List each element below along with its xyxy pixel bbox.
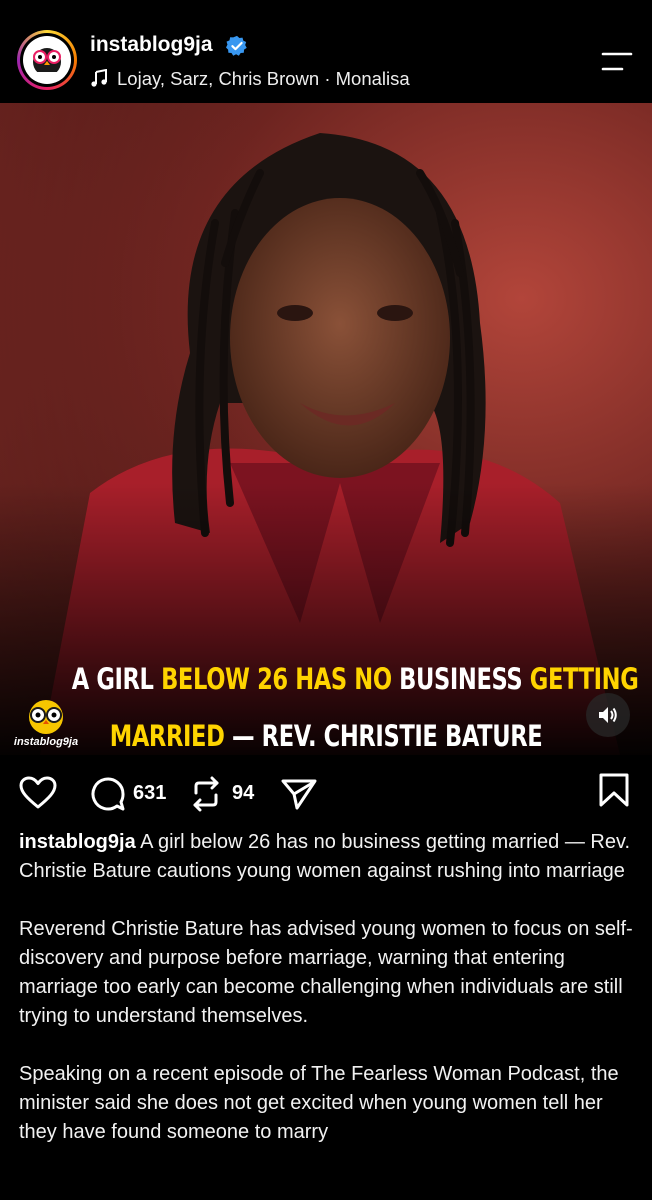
- audio-track[interactable]: Lojay, Sarz, Chris Brown · Monalisa: [117, 68, 410, 90]
- watermark-label: instablog9ja: [13, 736, 79, 748]
- headline-highlight: GETTING: [529, 662, 639, 696]
- caption-paragraph: instablog9ja A girl below 26 has no busi…: [19, 828, 639, 886]
- speaker-icon: [599, 707, 617, 723]
- menu-icon[interactable]: [600, 52, 634, 72]
- post-header: instablog9ja Lojay, Sarz, Chris Brown · …: [0, 0, 652, 103]
- username[interactable]: instablog9ja: [90, 33, 213, 57]
- headline-segment: BUSINESS: [399, 662, 530, 696]
- verified-badge-icon: [226, 35, 247, 56]
- avatar[interactable]: [17, 30, 77, 90]
- caption-username[interactable]: instablog9ja: [19, 831, 136, 853]
- bookmark-icon[interactable]: [598, 772, 630, 808]
- comment-icon[interactable]: [90, 776, 126, 812]
- like-heart-icon[interactable]: [19, 776, 57, 810]
- reposts-count[interactable]: 94: [232, 782, 254, 805]
- sound-toggle-button[interactable]: [586, 693, 630, 737]
- headline-line: MARRIED — REV. CHRISTIE BATURE: [72, 708, 581, 755]
- headline-text: A GIRL BELOW 26 HAS NO BUSINESS GETTING M…: [71, 651, 639, 755]
- headline-highlight: BELOW 26 HAS NO: [161, 662, 400, 696]
- watermark-logo: instablog9ja: [8, 693, 84, 753]
- headline-segment: A GIRL: [71, 662, 162, 696]
- repost-icon[interactable]: [189, 776, 223, 812]
- caption: instablog9ja A girl below 26 has no busi…: [19, 828, 639, 1176]
- action-bar: 631 94: [0, 756, 652, 826]
- caption-paragraph-3: Speaking on a recent episode of The Fear…: [19, 1063, 619, 1143]
- share-send-icon[interactable]: [280, 777, 318, 811]
- comments-count[interactable]: 631: [133, 782, 166, 805]
- post-media[interactable]: A GIRL BELOW 26 HAS NO BUSINESS GETTING M…: [0, 103, 652, 755]
- music-note-icon: [91, 69, 107, 87]
- headline-segment: — REV. CHRISTIE BATURE: [231, 719, 543, 753]
- headline-highlight: MARRIED: [109, 719, 232, 753]
- caption-paragraph-2: Reverend Christie Bature has advised you…: [19, 918, 633, 1027]
- owl-logo-icon: [23, 36, 71, 84]
- headline-line: A GIRL BELOW 26 HAS NO BUSINESS GETTING: [71, 651, 639, 708]
